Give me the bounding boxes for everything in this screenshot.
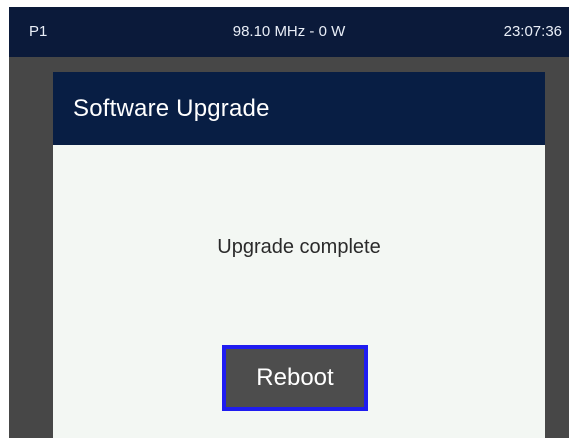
- reboot-button[interactable]: Reboot: [222, 345, 368, 411]
- status-bar: P1 98.10 MHz - 0 W 23:07:36: [9, 7, 569, 57]
- frequency-power-readout: 98.10 MHz - 0 W: [232, 23, 346, 40]
- upgrade-status-message: Upgrade complete: [217, 236, 381, 258]
- dialog-title: Software Upgrade: [53, 72, 545, 145]
- software-upgrade-dialog: Software Upgrade Upgrade complete Reboot: [53, 72, 545, 438]
- device-screen: P1 98.10 MHz - 0 W 23:07:36 Software Upg…: [9, 7, 569, 438]
- clock: 23:07:36: [503, 23, 562, 40]
